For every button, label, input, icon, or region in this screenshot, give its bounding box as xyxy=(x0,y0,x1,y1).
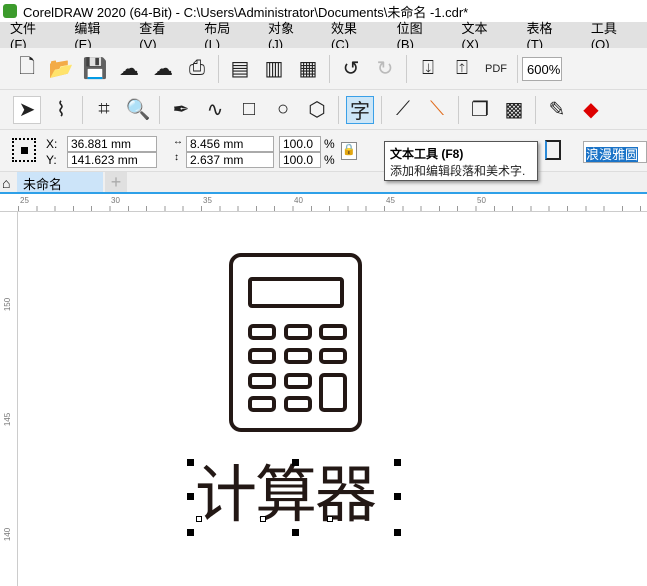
tooltip-title: 文本工具 (F8) xyxy=(390,147,464,161)
tooltip-description: 添加和编辑段落和美术字. xyxy=(390,164,526,178)
tooltip: 文本工具 (F8) 添加和编辑段落和美术字. xyxy=(384,141,538,181)
canvas-text[interactable]: 计算器 xyxy=(195,455,377,535)
